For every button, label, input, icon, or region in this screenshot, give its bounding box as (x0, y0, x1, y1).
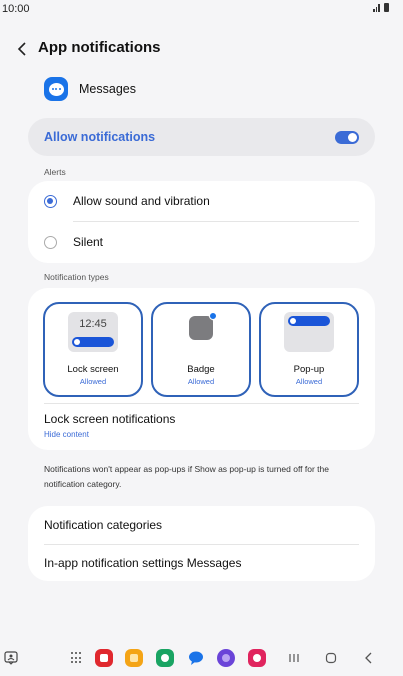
app-name: Messages (79, 82, 136, 96)
radio-checked-icon[interactable] (44, 194, 57, 208)
notification-bar-icon (288, 316, 330, 326)
toggle-knob (348, 132, 357, 142)
alert-option-label: Allow sound and vibration (73, 194, 210, 208)
app-drawer-icon[interactable] (68, 648, 86, 668)
lock-screen-notifications-title: Lock screen notifications (44, 412, 176, 426)
recents-icon[interactable] (285, 648, 303, 668)
header: App notifications (0, 36, 403, 62)
popup-note-text: Notifications won't appear as pop-ups if… (44, 464, 329, 489)
in-app-notification-settings-row[interactable]: In-app notification settings Messages (44, 556, 241, 570)
alerts-card: Allow sound and vibration Silent (28, 181, 375, 263)
alert-option-label: Silent (73, 235, 104, 249)
back-icon[interactable] (360, 648, 378, 668)
chevron-left-icon (17, 42, 26, 56)
phone-icon[interactable] (155, 648, 175, 668)
preview-time: 12:45 (79, 318, 107, 330)
allow-notifications-row[interactable]: Allow notifications (28, 118, 375, 156)
accessibility-icon[interactable] (2, 648, 20, 668)
allow-notifications-label: Allow notifications (44, 130, 156, 144)
alerts-section-label: Alerts (44, 167, 66, 177)
navigation-bar (0, 640, 403, 676)
notification-categories-row[interactable]: Notification categories (44, 518, 162, 532)
messages-bubble-icon (44, 77, 68, 101)
allow-notifications-toggle[interactable] (335, 130, 359, 144)
alert-option-silent[interactable]: Silent (28, 222, 375, 262)
signal-icon (373, 4, 381, 12)
flipboard-icon[interactable] (94, 648, 114, 668)
notification-types-section-label: Notification types (44, 272, 109, 282)
status-icons (373, 3, 389, 12)
app-row: Messages (44, 76, 136, 102)
notification-types-card: 12:45 Lock screen Allowed Badge Allowed … (28, 288, 375, 450)
divider (44, 544, 359, 545)
tile-name: Pop-up (293, 364, 325, 375)
badge-dot-icon (209, 312, 217, 320)
my-files-icon[interactable] (124, 648, 144, 668)
pop-up-preview-icon (284, 312, 334, 352)
tile-name: Lock screen (67, 364, 119, 375)
more-settings-card: Notification categories In-app notificat… (28, 506, 375, 581)
tile-pop-up[interactable]: Pop-up Allowed (259, 302, 359, 397)
battery-icon (384, 3, 389, 12)
back-button[interactable] (12, 39, 32, 59)
lock-screen-notifications-row[interactable]: Lock screen notifications Hide content (44, 412, 175, 439)
messages-icon[interactable] (186, 648, 206, 668)
lock-screen-notifications-value: Hide content (44, 430, 89, 439)
status-time: 10:00 (2, 3, 30, 15)
tile-status: Allowed (79, 377, 107, 386)
radio-unchecked-icon[interactable] (44, 235, 57, 249)
app-badge-icon (189, 316, 213, 340)
tile-status: Allowed (295, 377, 323, 386)
tile-name: Badge (187, 364, 215, 375)
gallery-icon[interactable] (247, 648, 267, 668)
home-icon[interactable] (322, 648, 340, 668)
tile-status: Allowed (187, 377, 215, 386)
alert-option-sound-vibration[interactable]: Allow sound and vibration (28, 181, 375, 221)
notification-bar-icon (72, 337, 114, 347)
internet-icon[interactable] (216, 648, 236, 668)
tile-badge[interactable]: Badge Allowed (151, 302, 251, 397)
lock-screen-preview-icon: 12:45 (68, 312, 118, 352)
page-title: App notifications (38, 39, 161, 56)
divider (44, 403, 359, 404)
tile-lock-screen[interactable]: 12:45 Lock screen Allowed (43, 302, 143, 397)
status-bar: 10:00 (0, 0, 403, 18)
